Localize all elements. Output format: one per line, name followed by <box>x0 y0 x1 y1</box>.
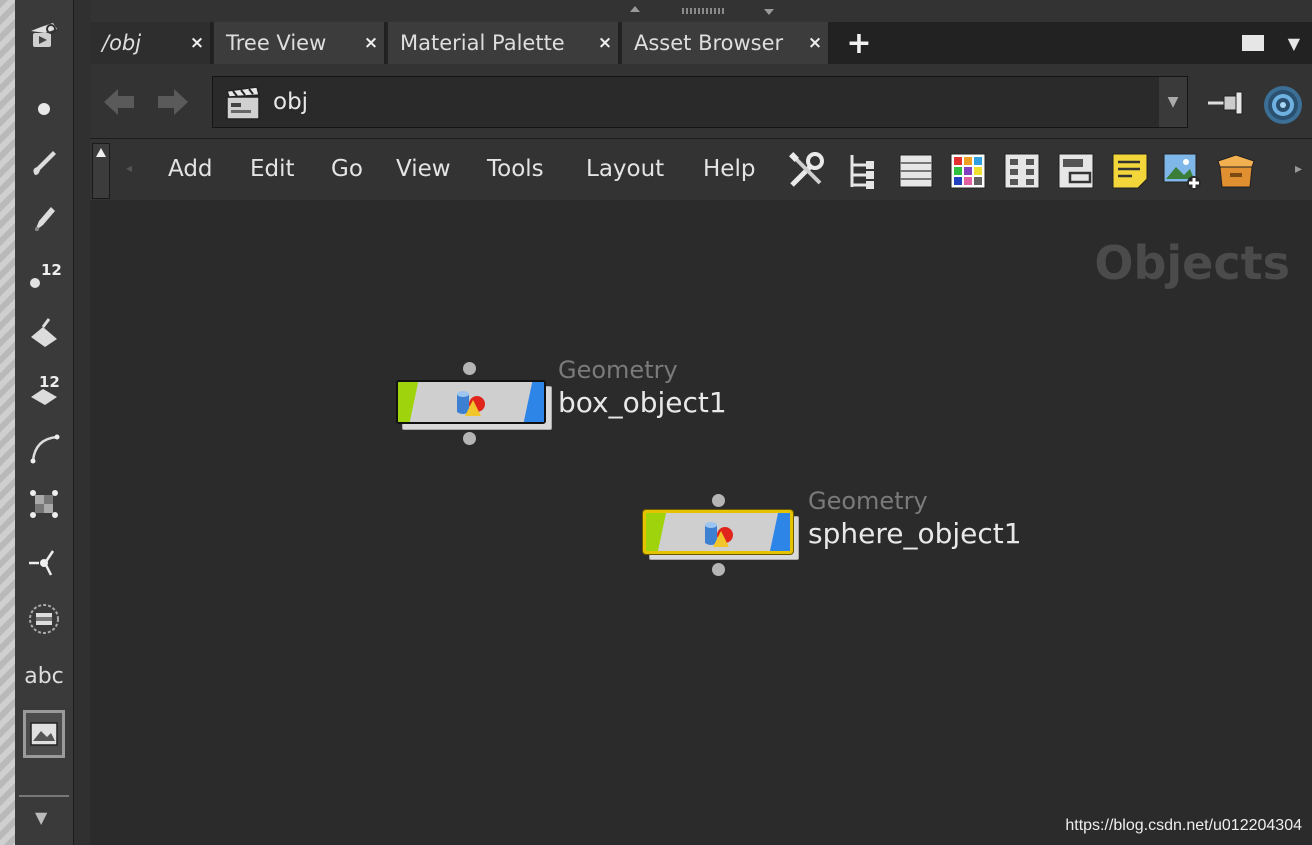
collapse-toolbar-icon[interactable] <box>92 143 110 199</box>
path-bar: obj ▼ <box>90 64 1312 138</box>
render-flag[interactable] <box>524 382 544 422</box>
close-icon[interactable]: × <box>184 33 210 53</box>
scroll-left-icon[interactable]: ◂ <box>126 161 132 175</box>
close-icon[interactable]: × <box>592 33 618 53</box>
network-menu-bar: ◂ Add Edit Go View Tools Layout Help ▸ <box>90 138 1312 203</box>
tree-view-icon[interactable] <box>842 151 882 191</box>
node-body[interactable] <box>643 510 793 554</box>
node-sphere-object1[interactable] <box>643 496 799 560</box>
path-dropdown-icon[interactable]: ▼ <box>1159 77 1187 127</box>
scroll-right-icon[interactable]: ▸ <box>1295 161 1302 177</box>
tab-material-palette[interactable]: Material Palette × <box>388 22 620 64</box>
window-edge <box>0 0 15 845</box>
collapse-up-icon[interactable] <box>630 6 640 12</box>
add-tab-button[interactable]: + <box>842 22 876 64</box>
splitter-grip[interactable] <box>682 8 726 14</box>
tab-asset-browser[interactable]: Asset Browser × <box>622 22 830 64</box>
context-label: Objects <box>1094 236 1290 290</box>
number-flag-icon[interactable]: 12 <box>23 368 65 412</box>
left-tool-shelf: 12 12 abc ▼ <box>15 0 74 845</box>
network-box-icon[interactable] <box>1056 151 1096 191</box>
collapse-down-icon[interactable] <box>764 9 774 15</box>
point-tool-icon[interactable] <box>23 82 65 126</box>
forward-arrow-icon[interactable] <box>156 86 190 118</box>
add-image-icon[interactable] <box>1162 151 1202 191</box>
node-type-label: Geometry <box>808 487 928 515</box>
svg-text:12: 12 <box>41 261 61 279</box>
link-target-icon[interactable] <box>1262 84 1304 126</box>
number-tool-icon[interactable]: 12 <box>23 252 65 296</box>
menu-edit[interactable]: Edit <box>250 156 295 182</box>
close-icon[interactable]: × <box>802 33 828 53</box>
tab-tree-view[interactable]: Tree View × <box>214 22 386 64</box>
text-tool[interactable]: abc <box>23 654 65 698</box>
chevron-down-icon[interactable]: ▼ <box>35 808 47 827</box>
node-output-connector[interactable] <box>712 563 725 576</box>
paint-bucket-icon[interactable] <box>23 310 65 354</box>
text-tool-label: abc <box>24 663 64 689</box>
tab-label: Tree View <box>226 31 327 55</box>
tab-obj[interactable]: /obj × <box>90 22 212 64</box>
image-tool-icon[interactable] <box>23 710 65 758</box>
sticky-note-icon[interactable] <box>1110 151 1150 191</box>
objects-network-icon <box>226 86 260 120</box>
circle-tool-icon[interactable] <box>23 597 65 641</box>
curve-tool-icon[interactable] <box>23 426 65 470</box>
view-tool-icon[interactable] <box>23 14 65 58</box>
transform-handles-icon[interactable] <box>23 482 65 526</box>
render-flag[interactable] <box>770 513 790 551</box>
pen-tool-icon[interactable] <box>23 196 65 240</box>
grid-layout-icon[interactable] <box>1002 151 1042 191</box>
wrench-tools-icon[interactable] <box>786 151 826 191</box>
list-view-icon[interactable] <box>896 151 936 191</box>
menu-add[interactable]: Add <box>168 156 213 182</box>
network-canvas[interactable]: Objects Geometry box_object1 Geometry sp… <box>90 200 1312 845</box>
menu-help[interactable]: Help <box>703 156 755 182</box>
watermark-url: https://blog.csdn.net/u012204304 <box>1065 817 1302 834</box>
node-name-label[interactable]: box_object1 <box>558 386 727 419</box>
pivot-tool-icon[interactable] <box>23 540 65 584</box>
geometry-icon <box>705 522 733 547</box>
tab-bar: /obj × Tree View × Material Palette × As… <box>90 22 1312 64</box>
node-name-label[interactable]: sphere_object1 <box>808 517 1022 550</box>
svg-text:12: 12 <box>39 373 60 391</box>
node-box-object1[interactable] <box>396 366 552 430</box>
tab-label: Material Palette <box>400 31 565 55</box>
geometry-icon <box>457 391 485 416</box>
tab-label: /obj <box>102 31 142 55</box>
toolbar-divider <box>19 795 69 797</box>
pane-menu-icon[interactable]: ▼ <box>1288 34 1300 53</box>
close-icon[interactable]: × <box>358 33 384 53</box>
pin-icon[interactable] <box>1206 88 1248 118</box>
color-palette-icon[interactable] <box>948 151 988 191</box>
menu-view[interactable]: View <box>396 156 451 182</box>
back-arrow-icon[interactable] <box>102 86 136 118</box>
node-output-connector[interactable] <box>463 432 476 445</box>
network-editor-pane: /obj × Tree View × Material Palette × As… <box>90 0 1312 845</box>
tab-label: Asset Browser <box>634 31 784 55</box>
path-field[interactable]: obj ▼ <box>212 76 1188 128</box>
menu-tools[interactable]: Tools <box>487 156 544 182</box>
path-value: obj <box>273 89 309 115</box>
node-type-label: Geometry <box>558 356 678 384</box>
maximize-pane-icon[interactable] <box>1242 35 1264 51</box>
menu-go[interactable]: Go <box>331 156 363 182</box>
shelf-splitter[interactable] <box>74 0 91 845</box>
display-flag[interactable] <box>646 513 666 551</box>
subnet-box-icon[interactable] <box>1216 151 1256 191</box>
brush-tool-icon[interactable] <box>23 140 65 184</box>
menu-layout[interactable]: Layout <box>586 156 664 182</box>
display-flag[interactable] <box>398 382 418 422</box>
pane-splitter[interactable] <box>90 0 1312 23</box>
node-body[interactable] <box>396 380 546 424</box>
